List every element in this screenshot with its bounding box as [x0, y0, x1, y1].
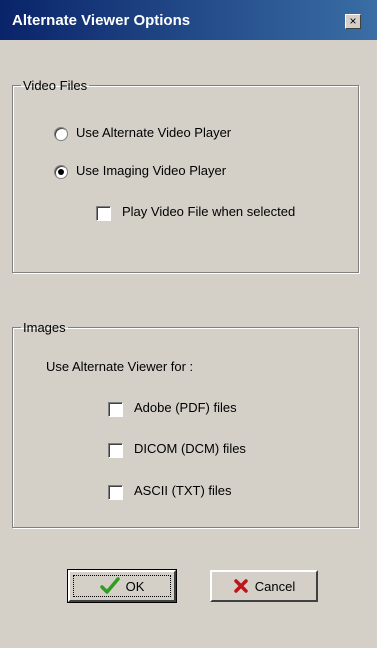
window-title: Alternate Viewer Options: [12, 12, 191, 29]
adobe-pdf-checkbox-label[interactable]: Adobe (PDF) files: [134, 400, 237, 415]
ascii-txt-checkbox-label[interactable]: ASCII (TXT) files: [134, 483, 232, 498]
cancel-button-label: Cancel: [254, 578, 296, 594]
checkmark-icon: [99, 577, 120, 594]
close-icon: ×: [349, 14, 357, 28]
radio-alternate-video-player[interactable]: [54, 127, 68, 141]
ok-button[interactable]: OK: [67, 569, 177, 603]
play-video-checkbox[interactable]: [96, 206, 111, 221]
radio-imaging-video-player[interactable]: [54, 165, 68, 179]
radio-selected-dot: [58, 169, 64, 175]
radio-imaging-video-player-label[interactable]: Use Imaging Video Player: [76, 163, 226, 178]
ok-focus-rect: [73, 575, 171, 597]
radio-alternate-video-player-label[interactable]: Use Alternate Video Player: [76, 125, 231, 140]
dicom-dcm-checkbox-label[interactable]: DICOM (DCM) files: [134, 441, 246, 456]
images-intro-text: Use Alternate Viewer for :: [46, 359, 194, 374]
video-files-legend: Video Files: [23, 78, 88, 93]
images-legend: Images: [23, 320, 66, 335]
adobe-pdf-checkbox[interactable]: [108, 402, 123, 417]
title-bar[interactable]: Alternate Viewer Options ×: [0, 0, 377, 40]
ok-button-label: OK: [125, 578, 145, 594]
play-video-checkbox-label[interactable]: Play Video File when selected: [122, 204, 295, 219]
ascii-txt-checkbox[interactable]: [108, 485, 123, 500]
cancel-button[interactable]: Cancel: [210, 570, 318, 602]
x-icon: [234, 579, 248, 593]
dicom-dcm-checkbox[interactable]: [108, 443, 123, 458]
dialog-window: Alternate Viewer Options × Video Files U…: [0, 0, 377, 648]
close-button[interactable]: ×: [345, 14, 361, 29]
